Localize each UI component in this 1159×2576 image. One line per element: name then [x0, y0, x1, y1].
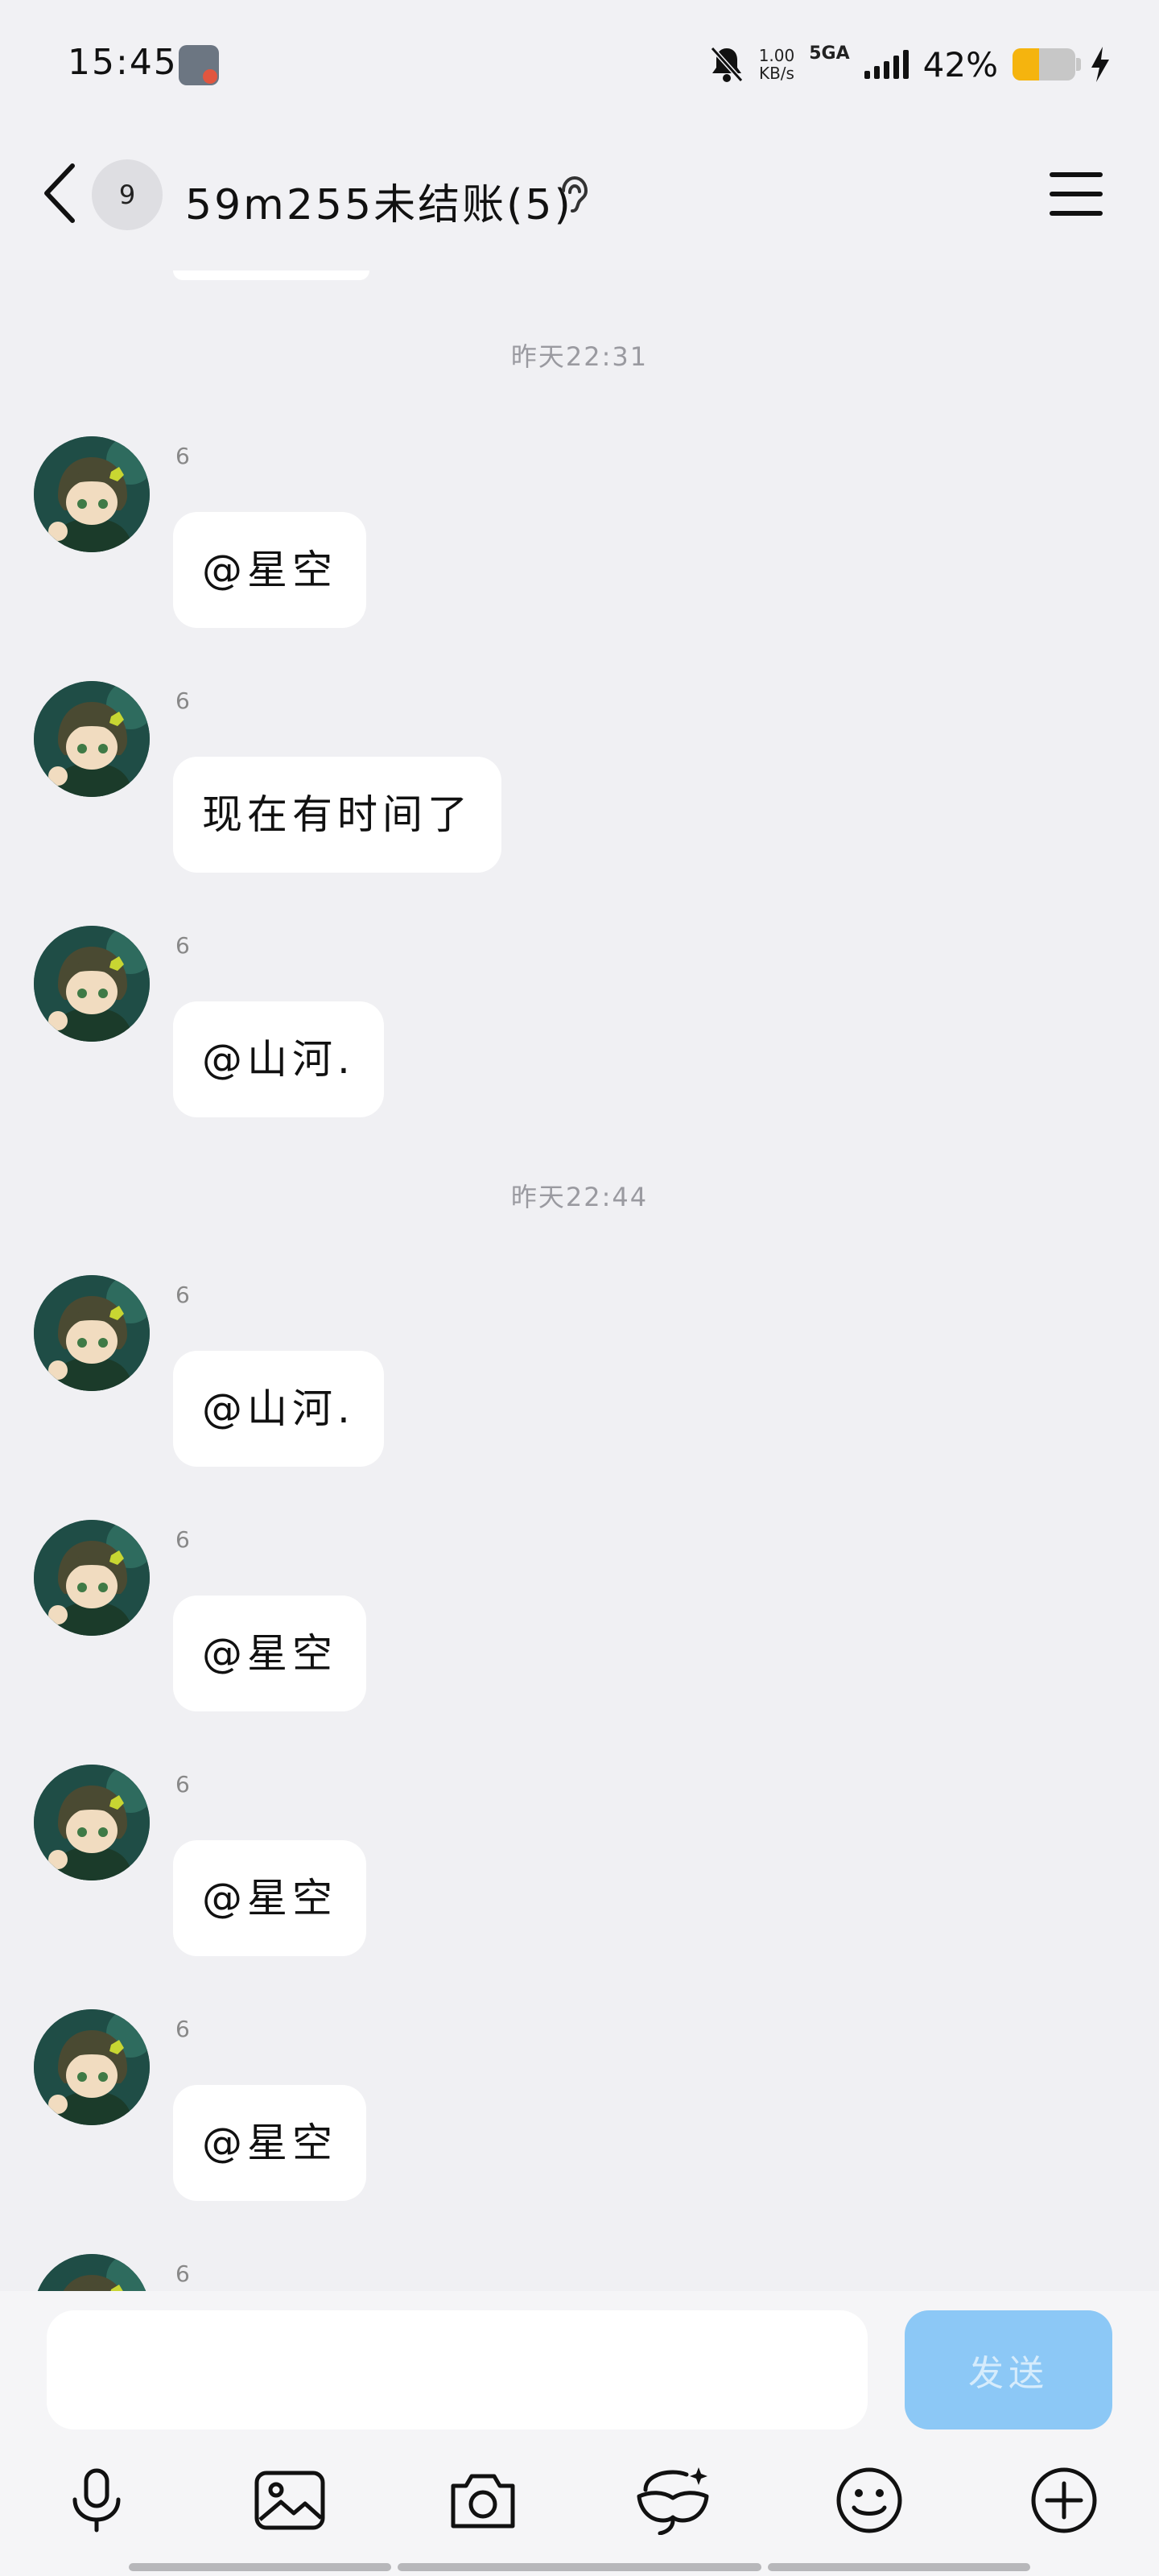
charging-icon [1091, 47, 1109, 82]
bell-muted-icon [710, 46, 743, 83]
avatar[interactable] [34, 681, 150, 797]
sender-nickname: 6 [175, 1282, 190, 1308]
avatar[interactable] [34, 1765, 150, 1880]
avatar[interactable] [34, 2254, 150, 2291]
timestamp: 昨天22:44 [510, 1182, 649, 1212]
message-row: 6 [34, 2254, 1080, 2291]
status-right: 1.00 KB/s 5GA 42% [709, 39, 1111, 90]
send-button[interactable]: 发送 [905, 2310, 1112, 2429]
avatar[interactable] [34, 436, 150, 552]
avatar[interactable] [34, 1275, 150, 1391]
message-bubble[interactable]: @星空 [173, 2085, 366, 2201]
chat-history[interactable]: 昨天22:31 6 @星空 6 现在有时间了 6 @山河. 昨天22:44 6 … [0, 270, 1159, 2291]
status-bar: 15:45 1.00 KB/s 5GA 42% [0, 0, 1159, 129]
status-time: 15:45 [68, 42, 178, 83]
battery-fill [1013, 48, 1039, 80]
message-bubble[interactable]: 现在有时间了 [173, 757, 501, 873]
back-arrow-icon[interactable] [40, 161, 80, 225]
message-bubble[interactable]: @星空 [173, 512, 366, 628]
message-bubble[interactable]: @山河. [173, 1351, 384, 1467]
battery-percent: 42% [922, 44, 998, 85]
message-bubble[interactable]: @星空 [173, 1596, 366, 1711]
sender-nickname: 6 [175, 1526, 190, 1553]
message-row: 6 @山河. [34, 1275, 1080, 1484]
home-indicator [768, 2563, 1030, 2571]
message-input[interactable] [47, 2310, 868, 2429]
avatar[interactable] [34, 2009, 150, 2125]
image-icon[interactable] [250, 2460, 330, 2541]
sender-nickname: 6 [175, 1771, 190, 1798]
input-area: 发送 [0, 2291, 1159, 2576]
home-indicator [129, 2563, 391, 2571]
page-title[interactable]: 59m255未结账(5) [185, 171, 573, 231]
plus-icon[interactable] [1024, 2460, 1104, 2541]
network-type: 5GA [809, 43, 850, 64]
message-bubble[interactable]: @星空 [173, 1840, 366, 1956]
message-row: 6 现在有时间了 [34, 681, 1080, 890]
avatar[interactable] [34, 1520, 150, 1636]
home-indicator [398, 2563, 761, 2571]
network-speed: 1.00 KB/s [759, 47, 795, 82]
microphone-icon[interactable] [56, 2460, 137, 2541]
sender-nickname: 6 [175, 687, 190, 714]
signal-icon [864, 50, 909, 79]
message-row: 6 @星空 [34, 1520, 1080, 1729]
emoji-icon[interactable] [829, 2460, 909, 2541]
sender-nickname: 6 [175, 2260, 190, 2287]
message-row: 6 @星空 [34, 1765, 1080, 1974]
sender-nickname: 6 [175, 2016, 190, 2042]
avatar[interactable] [34, 926, 150, 1042]
previous-message-bubble [173, 270, 369, 280]
sender-nickname: 6 [175, 443, 190, 469]
message-row: 6 @星空 [34, 2009, 1080, 2219]
ear-icon[interactable] [555, 173, 592, 218]
input-toolbar [0, 2460, 1159, 2544]
battery-icon [1013, 48, 1081, 80]
message-bubble[interactable]: @山河. [173, 1001, 384, 1117]
menu-icon[interactable] [1050, 171, 1103, 217]
sticker-icon[interactable] [633, 2460, 713, 2541]
sender-nickname: 6 [175, 932, 190, 959]
app-notification-icon [179, 45, 219, 85]
network-speed-unit: KB/s [758, 64, 794, 83]
timestamp: 昨天22:31 [510, 341, 649, 372]
unread-count-badge[interactable]: 9 [92, 159, 163, 230]
network-speed-value: 1.00 [758, 46, 795, 65]
camera-icon[interactable] [443, 2460, 523, 2541]
message-row: 6 @星空 [34, 436, 1080, 646]
message-row: 6 @山河. [34, 926, 1080, 1135]
